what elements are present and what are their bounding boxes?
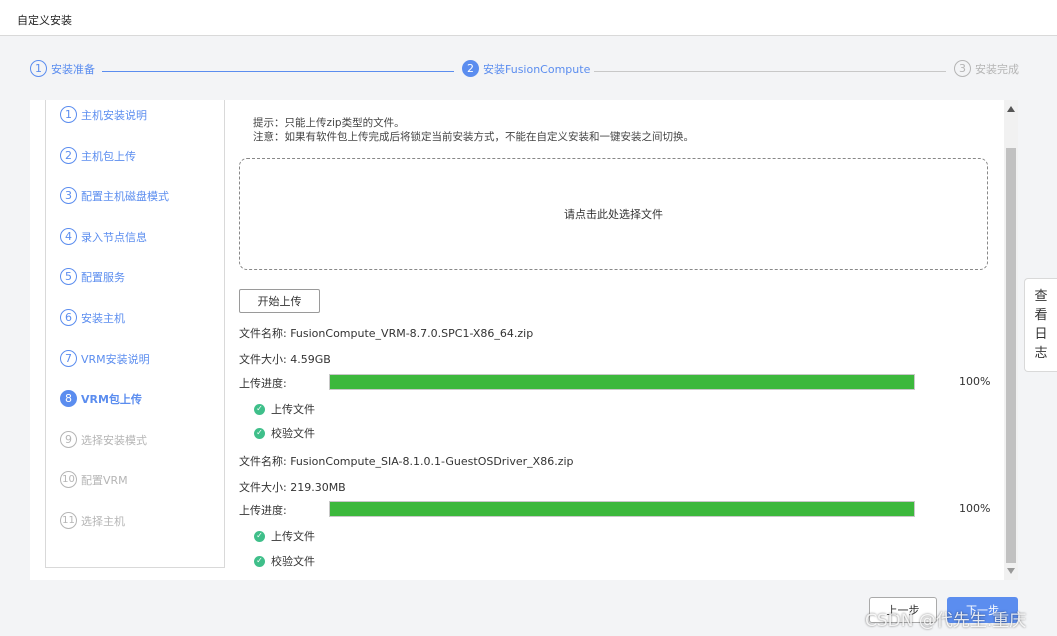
sidebar-item-disk-mode[interactable]: 3 配置主机磁盘模式 (60, 187, 169, 204)
step-number: 4 (60, 228, 77, 245)
check-circle-icon: ✓ (254, 427, 265, 439)
stepper-step-2: 2 安装FusionCompute (462, 60, 590, 77)
log-tab-char: 查 (1034, 289, 1048, 304)
dropzone-text: 请点击此处选择文件 (564, 208, 663, 221)
log-tab-char: 日 (1034, 327, 1048, 342)
main-panel: 1 主机安装说明 2 主机包上传 3 配置主机磁盘模式 4 录入节点信息 5 配… (30, 100, 1018, 580)
file-dropzone[interactable]: 请点击此处选择文件 (239, 158, 988, 270)
sidebar-item-host-install-notes[interactable]: 1 主机安装说明 (60, 106, 147, 123)
step-number: 1 (30, 60, 47, 77)
step-number: 7 (60, 350, 77, 367)
sidebar-item-vrm-package-upload[interactable]: 8 VRM包上传 (60, 390, 142, 407)
step-number: 2 (462, 60, 479, 77)
progress-fill (330, 502, 914, 516)
file-size: 文件大小: 219.30MB (239, 481, 346, 494)
stepper-connector (594, 71, 946, 72)
sidebar-item-host-package-upload[interactable]: 2 主机包上传 (60, 147, 136, 164)
status-upload-file: ✓ 上传文件 (254, 528, 315, 544)
sidebar-item-install-host[interactable]: 6 安装主机 (60, 309, 125, 326)
upload-content: 提示：只能上传zip类型的文件。 注意：如果有软件包上传完成后将锁定当前安装方式… (239, 100, 999, 580)
status-label: 上传文件 (271, 530, 315, 543)
sidebar-item-label: 主机包上传 (81, 149, 136, 163)
progress-percent: 100% (959, 502, 991, 515)
sidebar-item-configure-services[interactable]: 5 配置服务 (60, 268, 125, 285)
sidebar-item-label: 主机安装说明 (81, 108, 147, 122)
sidebar-item-label: VRM包上传 (81, 392, 142, 406)
stepper-step-3: 3 安装完成 (954, 60, 1019, 77)
previous-button[interactable]: 上一步 (869, 597, 937, 623)
upload-progress-bar (329, 501, 915, 517)
progress-label: 上传进度: (239, 504, 287, 517)
sidebar-item-label: 安装主机 (81, 311, 125, 325)
start-upload-button[interactable]: 开始上传 (239, 289, 320, 313)
notice-line: 注意：如果有软件包上传完成后将锁定当前安装方式，不能在自定义安装和一键安装之间切… (253, 131, 694, 143)
step-number: 8 (60, 390, 77, 407)
sidebar-item-label: 选择安装模式 (81, 433, 147, 447)
step-number: 3 (954, 60, 971, 77)
install-stepper: 1 安装准备 2 安装FusionCompute 3 安装完成 (0, 60, 1057, 82)
status-upload-file: ✓ 上传文件 (254, 401, 315, 417)
status-verify-file: ✓ 校验文件 (254, 425, 315, 441)
sidebar-item-label: VRM安装说明 (81, 352, 150, 366)
sidebar-item-install-mode[interactable]: 9 选择安装模式 (60, 431, 147, 448)
scroll-down-arrow-icon[interactable] (1004, 566, 1018, 576)
step-number: 10 (60, 471, 77, 488)
file-size: 文件大小: 4.59GB (239, 353, 331, 366)
check-circle-icon: ✓ (254, 530, 265, 542)
sidebar-item-label: 配置主机磁盘模式 (81, 189, 169, 203)
window-titlebar: 自定义安装 (0, 0, 1057, 36)
sidebar-item-label: 录入节点信息 (81, 230, 147, 244)
sidebar-item-label: 配置VRM (81, 473, 128, 487)
sidebar-item-label: 配置服务 (81, 270, 125, 284)
file-name: 文件名称: FusionCompute_VRM-8.7.0.SPC1-X86_6… (239, 327, 534, 340)
sidebar-item-node-info[interactable]: 4 录入节点信息 (60, 228, 147, 245)
vertical-scrollbar[interactable] (1004, 100, 1018, 580)
substep-sidebar: 1 主机安装说明 2 主机包上传 3 配置主机磁盘模式 4 录入节点信息 5 配… (45, 100, 225, 568)
progress-fill (330, 375, 914, 389)
step-number: 2 (60, 147, 77, 164)
check-circle-icon: ✓ (254, 555, 265, 567)
window-title: 自定义安装 (17, 14, 72, 27)
upload-progress-bar (329, 374, 915, 390)
scroll-thumb[interactable] (1006, 148, 1016, 563)
upload-hint: 提示：只能上传zip类型的文件。 注意：如果有软件包上传完成后将锁定当前安装方式… (253, 116, 694, 144)
view-log-tab[interactable]: 查 看 日 志 (1024, 278, 1057, 372)
status-label: 上传文件 (271, 403, 315, 416)
step-number: 5 (60, 268, 77, 285)
stepper-connector (102, 71, 454, 72)
step-label: 安装准备 (51, 62, 95, 76)
sidebar-item-configure-vrm[interactable]: 10 配置VRM (60, 471, 128, 488)
step-number: 9 (60, 431, 77, 448)
sidebar-item-vrm-install-notes[interactable]: 7 VRM安装说明 (60, 350, 150, 367)
log-tab-char: 志 (1034, 346, 1048, 361)
step-number: 1 (60, 106, 77, 123)
stepper-step-1: 1 安装准备 (30, 60, 95, 77)
sidebar-item-select-host[interactable]: 11 选择主机 (60, 512, 125, 529)
hint-line: 提示：只能上传zip类型的文件。 (253, 117, 405, 129)
log-tab-char: 看 (1034, 308, 1048, 323)
step-number: 6 (60, 309, 77, 326)
progress-label: 上传进度: (239, 377, 287, 390)
step-label: 安装完成 (975, 62, 1019, 76)
status-verify-file: ✓ 校验文件 (254, 553, 315, 569)
status-label: 校验文件 (271, 427, 315, 440)
next-button[interactable]: 下一步 (947, 597, 1018, 623)
file-name: 文件名称: FusionCompute_SIA-8.1.0.1-GuestOSD… (239, 455, 574, 468)
step-number: 3 (60, 187, 77, 204)
step-number: 11 (60, 512, 77, 529)
status-label: 校验文件 (271, 555, 315, 568)
progress-percent: 100% (959, 375, 991, 388)
step-label: 安装FusionCompute (483, 62, 591, 76)
check-circle-icon: ✓ (254, 403, 265, 415)
scroll-up-arrow-icon[interactable] (1004, 104, 1018, 114)
sidebar-item-label: 选择主机 (81, 514, 125, 528)
